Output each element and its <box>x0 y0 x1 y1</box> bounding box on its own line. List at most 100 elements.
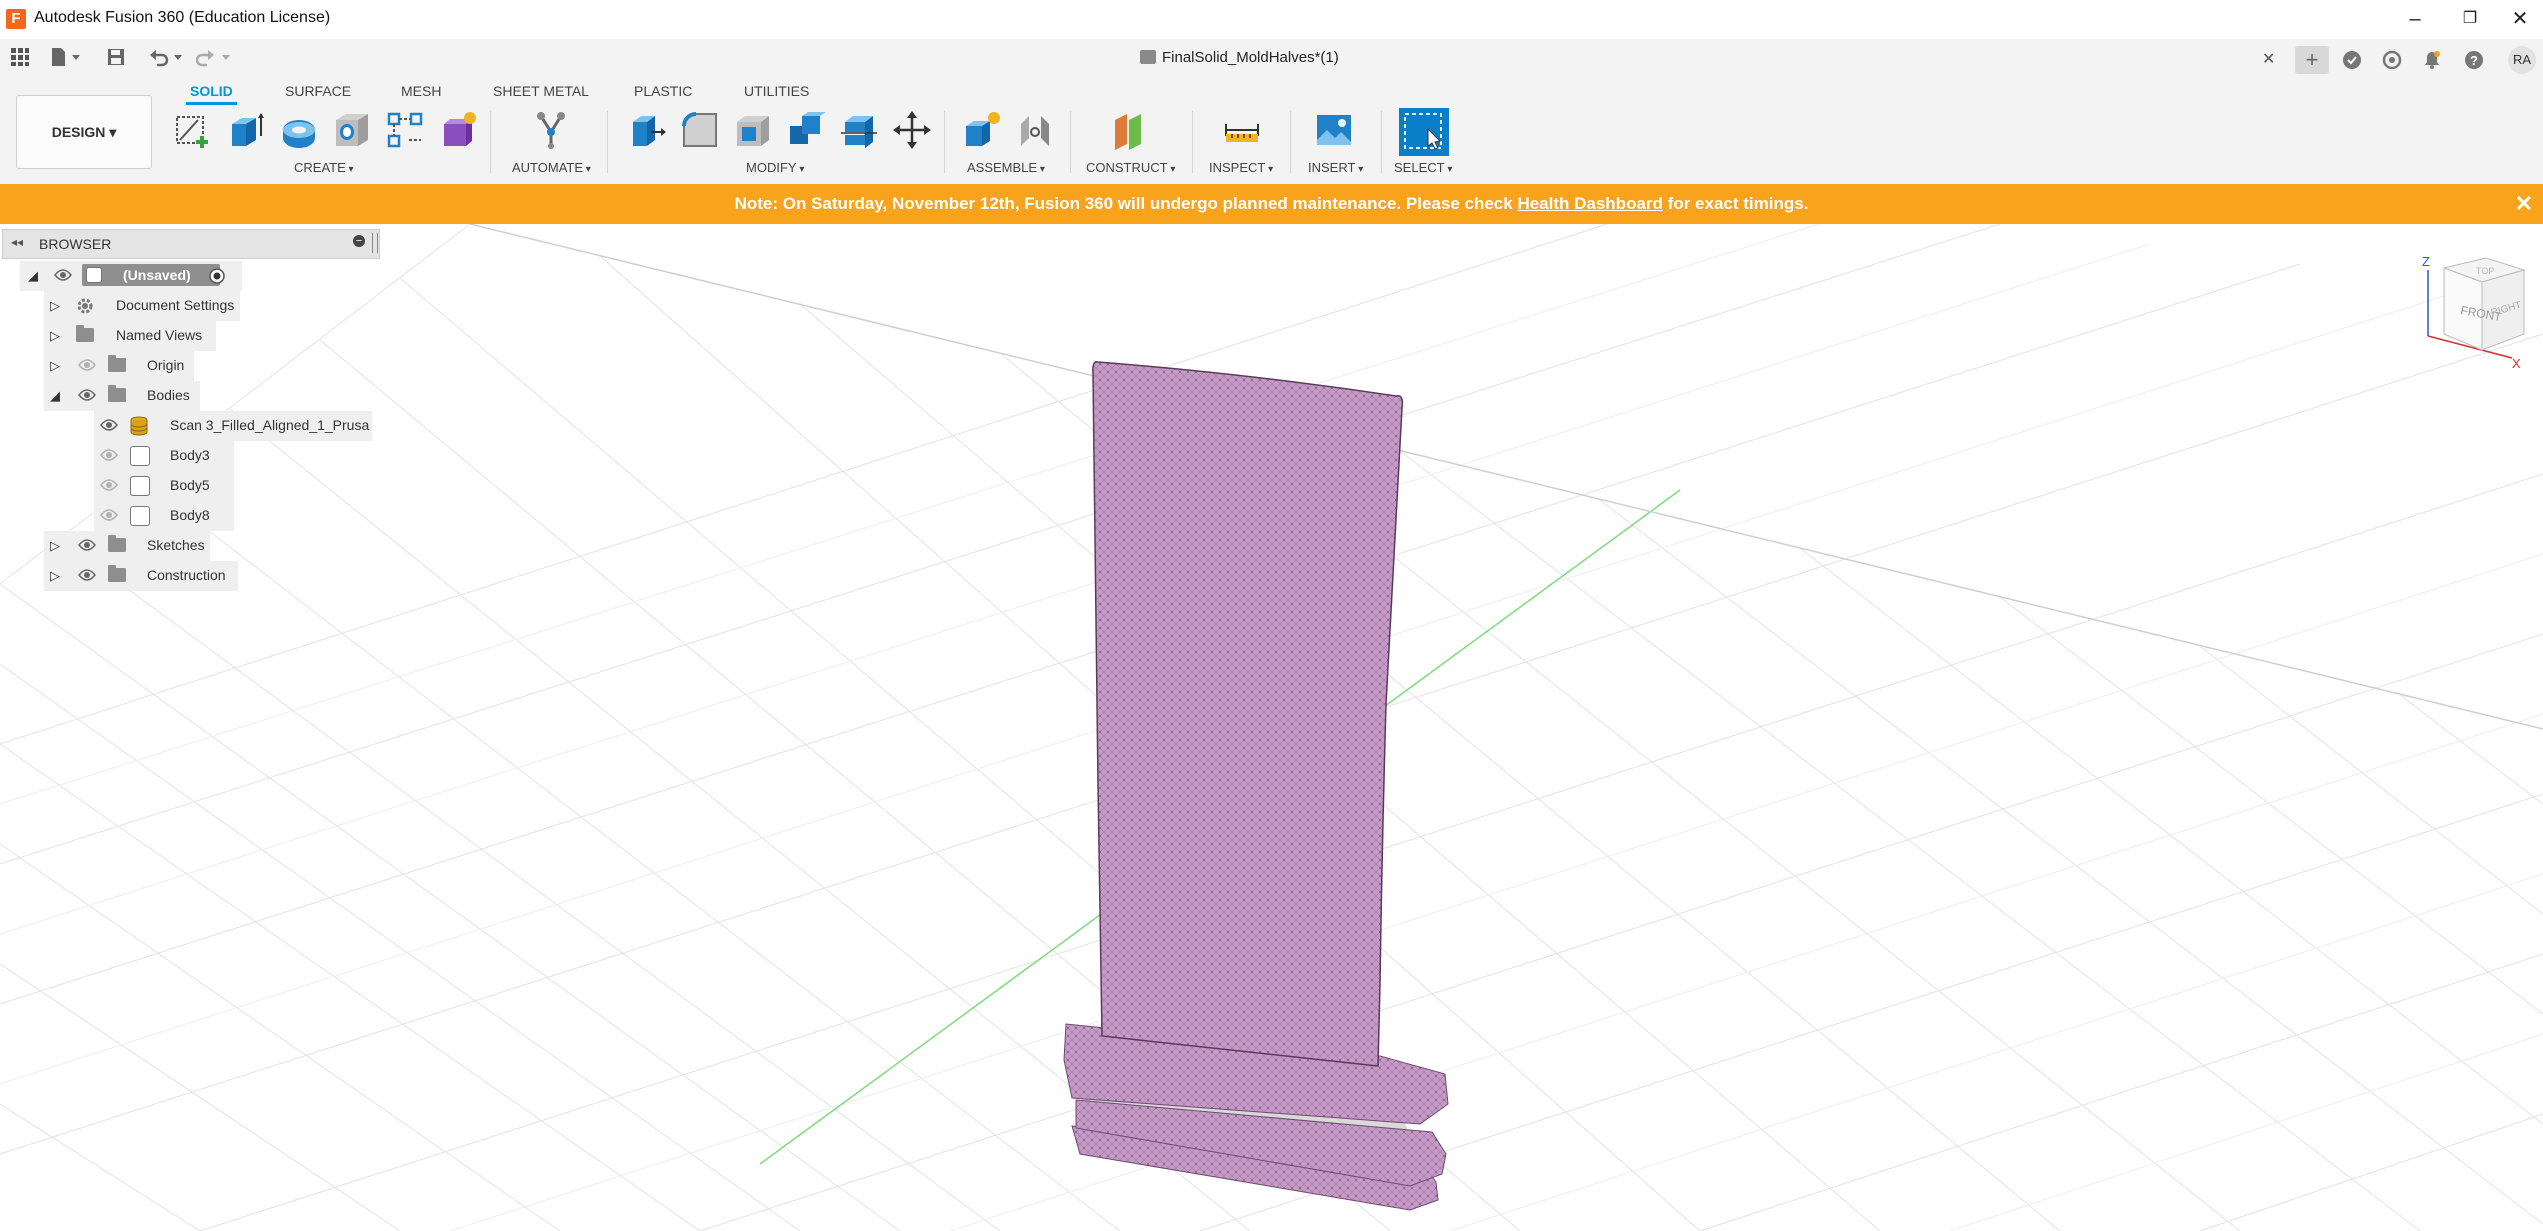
help-icon[interactable]: ? <box>2460 46 2488 74</box>
visibility-eye-icon[interactable] <box>78 567 96 583</box>
tab-plastic[interactable]: PLASTIC <box>634 83 692 99</box>
tree-item-sketches[interactable]: ▷ Sketches <box>44 531 210 561</box>
undo-icon[interactable] <box>148 47 184 73</box>
tree-item-body8[interactable]: Body8 <box>94 501 234 531</box>
tab-mesh[interactable]: MESH <box>401 83 441 99</box>
gear-icon <box>77 298 93 314</box>
assemble-menu[interactable]: ASSEMBLE <box>967 160 1045 175</box>
modify-menu[interactable]: MODIFY <box>746 160 804 175</box>
split-body-icon[interactable] <box>839 110 879 150</box>
view-cube[interactable]: FRONT RIGHT TOP Z X <box>2420 250 2530 371</box>
ribbon-separator <box>1381 111 1382 173</box>
minimize-button[interactable]: – <box>2395 4 2435 34</box>
panel-resize-handle[interactable] <box>372 233 378 253</box>
tree-item-label: Sketches <box>147 537 205 553</box>
folder-icon <box>108 535 126 552</box>
tree-root-row[interactable]: ◢ (Unsaved) <box>20 261 242 291</box>
restore-button[interactable]: ❐ <box>2450 4 2490 34</box>
automate-menu[interactable]: AUTOMATE <box>512 160 591 175</box>
redo-icon[interactable] <box>195 47 232 73</box>
close-tab-button[interactable]: ✕ <box>2262 49 2275 69</box>
hidden-eye-icon[interactable] <box>100 447 118 463</box>
user-avatar[interactable]: RA <box>2508 46 2536 74</box>
solid-body-icon <box>130 506 150 526</box>
insert-menu[interactable]: INSERT <box>1308 160 1363 175</box>
expand-triangle-icon[interactable]: ▷ <box>50 358 60 374</box>
revolve-icon[interactable] <box>279 110 319 150</box>
collapse-triangle-icon[interactable]: ◢ <box>50 388 60 404</box>
canvas-viewport[interactable] <box>0 224 2543 1231</box>
collapse-panel-icon[interactable]: ◂◂ <box>11 235 23 249</box>
save-icon[interactable] <box>106 47 126 73</box>
measure-icon[interactable] <box>1222 110 1262 150</box>
tree-item-origin[interactable]: ▷ Origin <box>44 351 194 381</box>
extensions-icon[interactable] <box>2338 46 2366 74</box>
create-sketch-icon[interactable] <box>172 110 212 150</box>
expand-triangle-icon[interactable]: ▷ <box>50 538 60 554</box>
toolbar-ribbon: DESIGN ▾ SOLID SURFACE MESH SHEET METAL … <box>0 81 2543 185</box>
file-menu-icon[interactable] <box>50 47 80 73</box>
close-notice-button[interactable]: ✕ <box>2515 191 2533 217</box>
offset-plane-icon[interactable] <box>1111 110 1151 150</box>
tab-surface[interactable]: SURFACE <box>285 83 351 99</box>
component-icon <box>86 267 102 283</box>
automate-icon[interactable] <box>531 110 571 150</box>
visibility-eye-icon[interactable] <box>78 537 96 553</box>
fillet-icon[interactable] <box>680 110 720 150</box>
tree-item-document-settings[interactable]: ▷ Document Settings <box>44 291 240 321</box>
expand-triangle-icon[interactable]: ▷ <box>50 328 60 344</box>
health-dashboard-link[interactable]: Health Dashboard <box>1517 194 1662 213</box>
apps-grid-icon[interactable] <box>10 47 30 73</box>
rectangular-pattern-icon[interactable] <box>385 110 425 150</box>
collapse-triangle-icon[interactable]: ◢ <box>28 268 38 284</box>
notice-text: Note: On Saturday, November 12th, Fusion… <box>734 194 1513 213</box>
select-menu[interactable]: SELECT <box>1394 160 1452 175</box>
shell-icon[interactable] <box>733 110 773 150</box>
job-status-icon[interactable] <box>2378 46 2406 74</box>
ribbon-separator <box>1192 111 1193 173</box>
hidden-eye-icon[interactable] <box>78 357 96 373</box>
tree-item-body5[interactable]: Body5 <box>94 471 234 501</box>
expand-triangle-icon[interactable]: ▷ <box>50 568 60 584</box>
visibility-eye-icon[interactable] <box>78 387 96 403</box>
create-menu[interactable]: CREATE <box>294 160 354 175</box>
viewcube-top-label: TOP <box>2476 266 2494 276</box>
folder-icon <box>108 355 126 372</box>
tab-solid[interactable]: SOLID <box>186 83 237 105</box>
new-tab-plus-icon[interactable]: + <box>2295 46 2329 74</box>
inspect-menu[interactable]: INSPECT <box>1209 160 1273 175</box>
move-copy-icon[interactable] <box>892 110 932 150</box>
mesh-body-icon <box>130 416 148 436</box>
browser-title: BROWSER <box>39 236 112 252</box>
workspace-switcher-button[interactable]: DESIGN ▾ <box>16 95 152 169</box>
tree-item-named-views[interactable]: ▷ Named Views <box>44 321 216 351</box>
close-window-button[interactable]: ✕ <box>2500 4 2540 34</box>
hidden-eye-icon[interactable] <box>100 477 118 493</box>
extrude-icon[interactable] <box>226 110 266 150</box>
construct-menu[interactable]: CONSTRUCT <box>1086 160 1175 175</box>
new-component-icon[interactable] <box>962 110 1002 150</box>
hole-icon[interactable] <box>332 110 372 150</box>
tab-utilities[interactable]: UTILITIES <box>744 83 809 99</box>
press-pull-icon[interactable] <box>627 110 667 150</box>
tree-item-label: Body3 <box>170 447 210 463</box>
joint-icon[interactable] <box>1015 110 1055 150</box>
activate-radio-icon[interactable] <box>208 267 226 285</box>
visibility-eye-icon[interactable] <box>54 267 72 283</box>
tree-item-scan-body[interactable]: Scan 3_Filled_Aligned_1_Prusa <box>94 411 372 441</box>
tree-item-body3[interactable]: Body3 <box>94 441 234 471</box>
visibility-eye-icon[interactable] <box>100 417 118 433</box>
hidden-eye-icon[interactable] <box>100 507 118 523</box>
tab-sheet-metal[interactable]: SHEET METAL <box>493 83 589 99</box>
minimize-browser-icon[interactable]: − <box>353 235 365 247</box>
notifications-bell-icon[interactable] <box>2418 46 2446 74</box>
document-tab[interactable]: FinalSolid_MoldHalves*(1) <box>1140 49 1339 66</box>
create-form-icon[interactable] <box>438 110 478 150</box>
select-icon[interactable] <box>1398 107 1450 157</box>
ribbon-separator <box>944 111 945 173</box>
insert-image-icon[interactable] <box>1314 110 1354 150</box>
combine-icon[interactable] <box>786 110 826 150</box>
tree-item-bodies[interactable]: ◢ Bodies <box>44 381 200 411</box>
tree-item-construction[interactable]: ▷ Construction <box>44 561 238 591</box>
expand-triangle-icon[interactable]: ▷ <box>50 298 60 314</box>
